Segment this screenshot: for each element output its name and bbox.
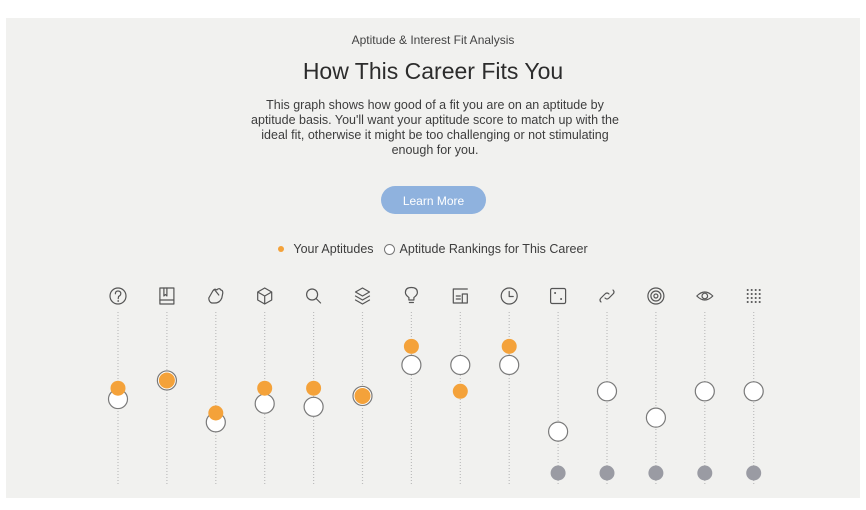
career-ranking-point[interactable] xyxy=(547,421,569,442)
not-scored-point xyxy=(648,465,664,481)
your-aptitude-point[interactable] xyxy=(110,380,126,396)
book-icon[interactable] xyxy=(159,287,175,305)
square-dot-icon[interactable] xyxy=(549,287,567,305)
your-aptitude-point[interactable] xyxy=(501,338,517,354)
lightbulb-icon[interactable] xyxy=(404,286,418,304)
aptitude-chart xyxy=(107,286,764,484)
not-scored-point xyxy=(697,465,713,481)
your-aptitude-point[interactable] xyxy=(208,405,224,421)
target-icon[interactable] xyxy=(647,287,665,305)
clock-icon[interactable] xyxy=(500,287,518,305)
not-scored-point xyxy=(746,465,762,481)
not-scored-point xyxy=(550,465,566,481)
cube-icon[interactable] xyxy=(257,287,273,305)
speaking-icon[interactable] xyxy=(452,288,468,304)
career-ranking-point[interactable] xyxy=(645,407,667,428)
career-ranking-point[interactable] xyxy=(450,354,471,376)
your-aptitude-point[interactable] xyxy=(306,380,322,396)
career-ranking-point[interactable] xyxy=(694,381,715,402)
career-ranking-point[interactable] xyxy=(303,396,324,417)
not-scored-point xyxy=(599,465,615,481)
magnifier-icon[interactable] xyxy=(306,288,322,304)
your-aptitude-point[interactable] xyxy=(158,372,175,389)
layers-icon[interactable] xyxy=(354,287,371,305)
your-aptitude-point[interactable] xyxy=(257,380,273,396)
your-aptitude-point[interactable] xyxy=(452,383,468,399)
career-ranking-point[interactable] xyxy=(254,393,275,414)
your-aptitude-point[interactable] xyxy=(354,387,371,404)
eye-icon[interactable] xyxy=(696,291,714,301)
career-ranking-point[interactable] xyxy=(743,381,764,402)
career-ranking-point[interactable] xyxy=(401,354,422,376)
hand-icon[interactable] xyxy=(208,288,224,304)
grid-icon[interactable] xyxy=(746,288,761,304)
career-ranking-point[interactable] xyxy=(499,354,520,376)
your-aptitude-point[interactable] xyxy=(403,338,419,354)
question-icon[interactable] xyxy=(109,287,127,305)
link-icon[interactable] xyxy=(599,289,615,303)
career-ranking-point[interactable] xyxy=(596,381,618,402)
